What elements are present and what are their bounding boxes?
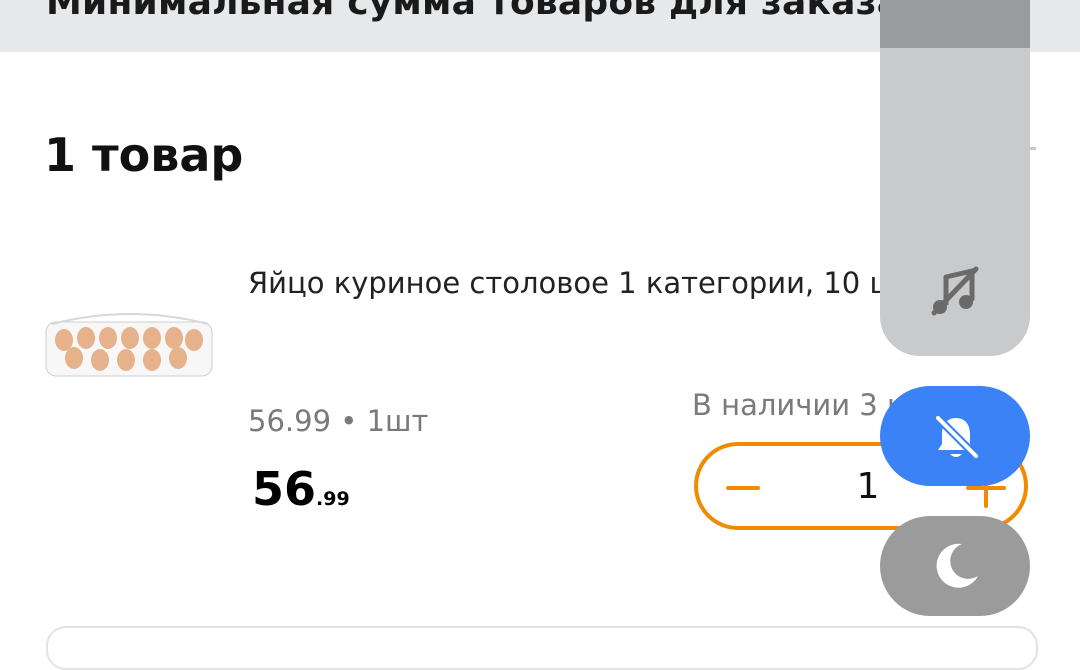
min-order-text: Минимальная сумма товаров для заказа - 5… [46,0,1018,23]
ringer-mute-button[interactable] [880,386,1030,486]
unit-price: 56.99 • 1шт [248,404,429,438]
product-title[interactable]: Яйцо куриное столовое 1 категории, 10 шт [248,266,913,300]
price-fraction: .99 [316,488,350,510]
volume-level-fill [880,0,1030,48]
product-image[interactable] [44,300,216,390]
total-price: 56.99 [252,462,350,516]
decrease-button[interactable] [726,486,760,490]
volume-panel[interactable] [880,0,1030,356]
price-integer: 56 [252,462,317,516]
moon-icon [932,540,982,590]
dnd-button[interactable] [880,516,1030,616]
music-off-icon[interactable] [928,265,980,317]
cart-item-count: 1 товар [44,128,244,182]
next-card [46,626,1038,670]
quantity-value: 1 [856,466,880,507]
bell-off-icon [930,410,982,462]
